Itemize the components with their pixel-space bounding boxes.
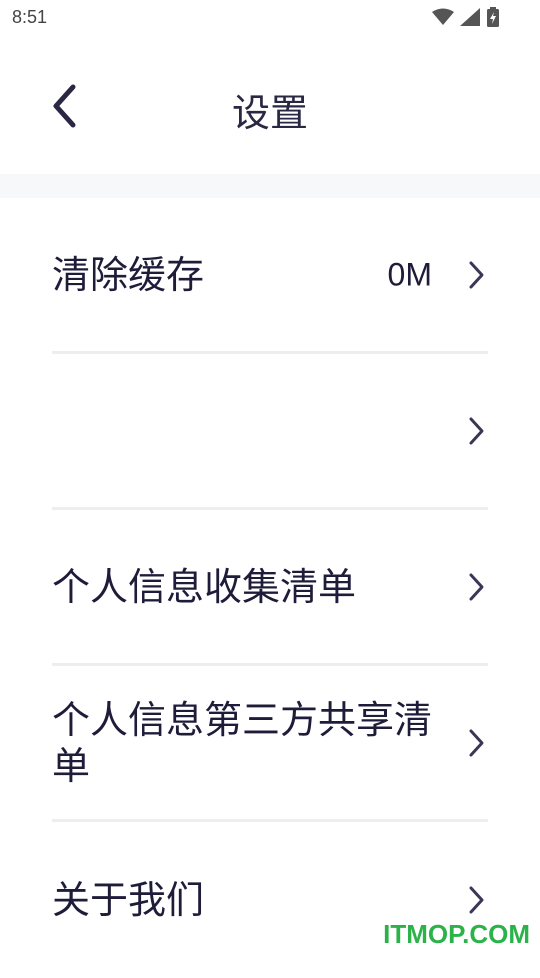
status-bar: 8:51 [0, 0, 540, 36]
section-divider [0, 174, 540, 198]
page-title: 设置 [231, 91, 308, 135]
settings-item-clear-cache[interactable]: 清除缓存 0M [52, 198, 488, 354]
signal-icon [460, 8, 480, 26]
cache-size-value: 0M [387, 256, 432, 292]
settings-item-about-us[interactable]: 关于我们 [52, 822, 488, 978]
chevron-right-icon [469, 417, 484, 444]
chevron-right-icon [469, 261, 484, 288]
watermark: ITMOP.COM [383, 919, 530, 949]
settings-item-personal-info-collection[interactable]: 个人信息收集清单 [52, 510, 488, 666]
header: 设置 [0, 36, 540, 174]
chevron-right-icon [469, 886, 484, 914]
status-time: 8:51 [12, 7, 48, 27]
settings-item-label: 个人信息第三方共享清单 [52, 697, 433, 788]
settings-list: 清除缓存 0M 个人信息收集清单 个人信息第三方共享清单 关于我们 [0, 198, 540, 978]
chevron-right-icon [469, 729, 484, 756]
status-icons [432, 7, 500, 27]
settings-item-third-party-sharing[interactable]: 个人信息第三方共享清单 [52, 666, 488, 822]
chevron-right-icon [469, 573, 484, 600]
settings-item-empty[interactable] [52, 354, 488, 510]
settings-item-label: 个人信息收集清单 [52, 564, 357, 609]
battery-charging-icon [487, 7, 499, 27]
settings-item-label: 关于我们 [52, 878, 205, 922]
wifi-icon [432, 8, 454, 25]
settings-item-label: 清除缓存 [52, 252, 205, 297]
